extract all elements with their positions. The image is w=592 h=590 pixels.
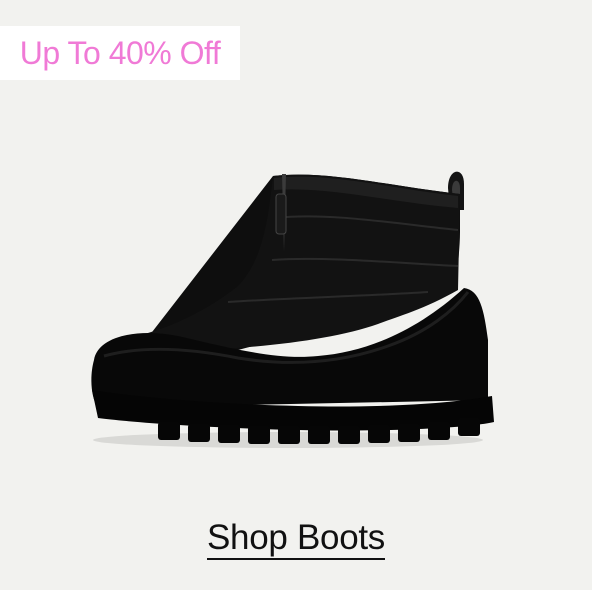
boot-image[interactable] <box>88 160 498 460</box>
shop-boots-link[interactable]: Shop Boots <box>207 518 385 560</box>
promo-badge: Up To 40% Off <box>0 26 240 80</box>
promo-card[interactable]: Up To 40% Off Shop Boots <box>0 0 592 590</box>
promo-text: Up To 40% Off <box>19 34 221 71</box>
cta-container: Shop Boots <box>0 518 592 560</box>
